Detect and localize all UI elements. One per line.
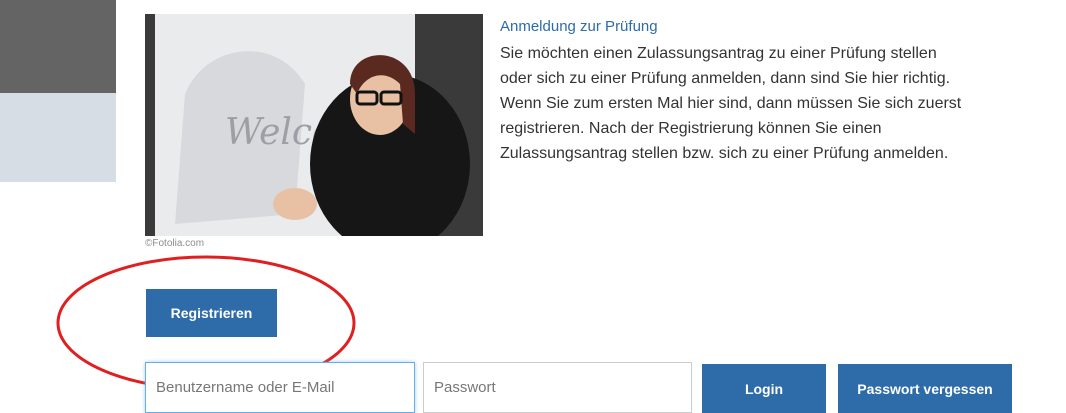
register-button[interactable]: Registrieren — [146, 289, 277, 337]
username-input[interactable] — [145, 362, 415, 413]
password-input[interactable] — [423, 362, 692, 413]
info-line: registrieren. Nach der Registrierung kön… — [500, 120, 882, 137]
sidebar-block-light — [0, 93, 116, 182]
info-line: oder sich zu einer Prüfung anmelden, dan… — [500, 70, 951, 87]
login-button[interactable]: Login — [702, 364, 826, 413]
info-line: Sie möchten einen Zulassungsantrag zu ei… — [500, 45, 937, 62]
info-title: Anmeldung zur Prüfung — [500, 18, 658, 35]
welcome-photo: Welcome — [145, 14, 483, 236]
sidebar-block-dark — [0, 0, 116, 93]
info-body: Sie möchten einen Zulassungsantrag zu ei… — [500, 41, 1060, 166]
photo-credit: ©Fotolia.com — [145, 238, 205, 249]
info-section: Anmeldung zur Prüfung Sie möchten einen … — [500, 17, 1060, 166]
info-line: Zulassungsantrag stellen bzw. sich zu ei… — [500, 145, 949, 162]
info-line: Wenn Sie zum ersten Mal hier sind, dann … — [500, 95, 962, 112]
forgot-password-button[interactable]: Passwort vergessen — [838, 364, 1012, 413]
